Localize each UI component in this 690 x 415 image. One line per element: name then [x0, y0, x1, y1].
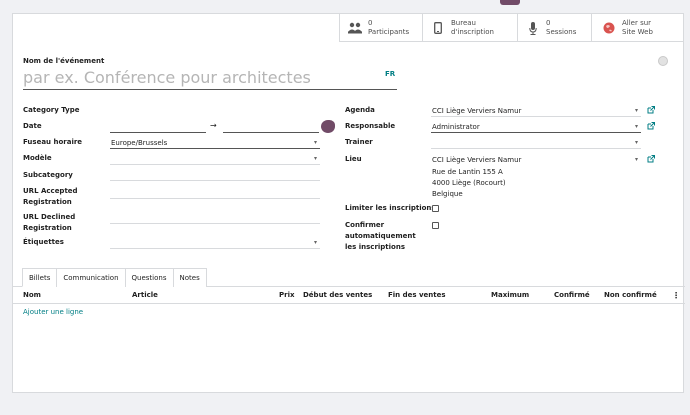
- tags-label: Étiquettes: [23, 238, 64, 246]
- subcategory-label: Subcategory: [23, 171, 73, 179]
- microphone-icon: [526, 21, 540, 35]
- registration-desk-button[interactable]: Bureau d'inscription: [422, 14, 517, 42]
- timezone-caret-icon[interactable]: ▾: [314, 139, 317, 146]
- date-begin-input[interactable]: [110, 132, 206, 133]
- col-unconfirmed[interactable]: Non confirmé: [604, 291, 657, 299]
- participants-label: Participants: [368, 28, 410, 36]
- top-bar: [0, 0, 690, 13]
- website-line2: Site Web: [622, 28, 653, 36]
- timezone-value[interactable]: Europe/Brussels: [111, 139, 167, 148]
- url-declined-input[interactable]: [110, 223, 320, 224]
- template-label: Modèle: [23, 154, 52, 162]
- subcategory-input[interactable]: [110, 180, 320, 181]
- venue-caret-icon[interactable]: ▾: [635, 156, 638, 163]
- col-product[interactable]: Article: [132, 291, 158, 299]
- template-caret-icon[interactable]: ▾: [314, 155, 317, 162]
- tab-communication[interactable]: Communication: [56, 268, 126, 287]
- timezone-underline: [110, 148, 320, 149]
- resize-handle[interactable]: [321, 120, 335, 133]
- agenda-value[interactable]: CCI Liège Verviers Namur: [432, 107, 521, 116]
- participants-count: 0: [368, 19, 373, 27]
- autoconfirm-label: Confirmer automatiquement les inscriptio…: [345, 221, 416, 251]
- smart-button-box: 0 Participants Bureau d'inscription 0 Se…: [339, 14, 683, 42]
- limit-registrations-checkbox[interactable]: [432, 205, 439, 212]
- event-name-input[interactable]: [23, 66, 397, 90]
- url-declined-label: URL Declined Registration: [23, 213, 76, 232]
- agenda-label: Agenda: [345, 106, 375, 114]
- brand-accent: [500, 0, 520, 5]
- column-options-icon[interactable]: ⋮: [672, 291, 680, 300]
- agenda-caret-icon[interactable]: ▾: [635, 107, 638, 114]
- date-label: Date: [23, 122, 42, 130]
- registration-desk-line1: Bureau: [451, 19, 476, 27]
- tickets-table-header: Nom Article Prix Début des ventes Fin de…: [13, 287, 685, 304]
- venue-value[interactable]: CCI Liège Verviers Namur: [432, 156, 521, 165]
- url-accepted-label: URL Accepted Registration: [23, 187, 78, 206]
- col-price[interactable]: Prix: [279, 291, 295, 299]
- tab-notes[interactable]: Notes: [172, 268, 207, 287]
- add-line-link[interactable]: Ajouter une ligne: [23, 308, 83, 316]
- trainer-caret-icon[interactable]: ▾: [635, 139, 638, 146]
- tags-caret-icon[interactable]: ▾: [314, 239, 317, 246]
- col-confirmed[interactable]: Confirmé: [554, 291, 590, 299]
- language-switch[interactable]: FR: [385, 70, 395, 78]
- responsible-label: Responsable: [345, 122, 396, 130]
- col-name[interactable]: Nom: [23, 291, 41, 299]
- venue-address-country: Belgique: [432, 190, 463, 198]
- timezone-label: Fuseau horaire: [23, 138, 83, 146]
- tab-tickets[interactable]: Billets: [22, 268, 58, 287]
- agenda-underline: [431, 116, 641, 117]
- col-sale-start[interactable]: Début des ventes: [303, 291, 372, 299]
- tab-questions[interactable]: Questions: [124, 268, 174, 287]
- status-indicator[interactable]: [658, 56, 668, 66]
- venue-address-city: 4000 Liège (Rocourt): [432, 179, 506, 187]
- venue-label: Lieu: [345, 155, 362, 163]
- tablet-icon: [431, 21, 445, 35]
- go-to-website-button[interactable]: Aller sur Site Web: [591, 14, 683, 42]
- participants-button[interactable]: 0 Participants: [339, 14, 422, 42]
- url-accepted-input[interactable]: [110, 198, 320, 199]
- trainer-input[interactable]: [431, 148, 641, 149]
- agenda-external-link-icon[interactable]: [647, 106, 655, 114]
- category-type-label: Category Type: [23, 106, 80, 114]
- tags-input[interactable]: [110, 248, 320, 249]
- responsible-value[interactable]: Administrator: [432, 123, 480, 132]
- date-end-input[interactable]: [223, 132, 319, 133]
- sessions-button[interactable]: 0 Sessions: [517, 14, 591, 42]
- autoconfirm-checkbox[interactable]: [432, 222, 439, 229]
- globe-icon: [602, 21, 616, 35]
- venue-external-link-icon[interactable]: [647, 155, 655, 163]
- website-line1: Aller sur: [622, 19, 652, 27]
- sessions-count: 0: [546, 19, 551, 27]
- responsible-external-link-icon[interactable]: [647, 122, 655, 130]
- notebook-tabs: Billets Communication Questions Notes: [22, 268, 207, 287]
- trainer-label: Trainer: [345, 138, 373, 146]
- responsible-underline: [431, 132, 641, 133]
- template-input[interactable]: [110, 164, 320, 165]
- col-sale-end[interactable]: Fin des ventes: [388, 291, 446, 299]
- sessions-label: Sessions: [546, 28, 577, 36]
- venue-address-street: Rue de Lantin 155 A: [432, 168, 503, 176]
- event-name-label: Nom de l'événement: [23, 57, 105, 65]
- users-icon: [348, 21, 362, 35]
- limit-registrations-label: Limiter les inscriptions: [345, 204, 436, 212]
- date-range-arrow: →: [210, 121, 217, 130]
- col-maximum[interactable]: Maximum: [491, 291, 529, 299]
- registration-desk-line2: d'inscription: [451, 28, 494, 36]
- form-sheet: 0 Participants Bureau d'inscription 0 Se…: [12, 13, 685, 393]
- responsible-caret-icon[interactable]: ▾: [635, 123, 638, 130]
